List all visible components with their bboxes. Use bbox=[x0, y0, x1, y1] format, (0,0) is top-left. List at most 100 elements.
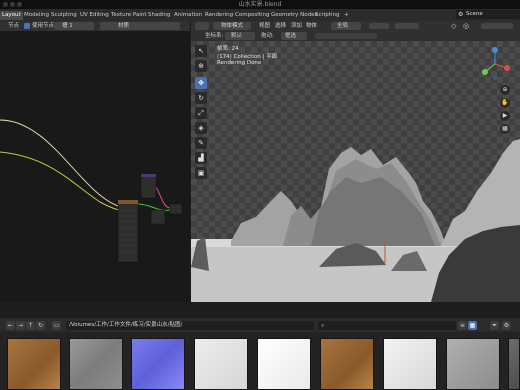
slot-dropdown[interactable]: 槽 1 bbox=[54, 22, 94, 30]
frame-rate-info: 帧率: 24 bbox=[217, 46, 239, 52]
display-list-icon[interactable]: ≡ bbox=[458, 321, 467, 330]
material-label: 材质 bbox=[118, 23, 130, 29]
tab-compositing[interactable]: Compositing bbox=[233, 11, 271, 20]
coord-label: 坐标系: bbox=[205, 33, 224, 39]
mode-label: 物体模式 bbox=[221, 23, 244, 29]
gizmo-icon[interactable]: ◇ bbox=[451, 22, 456, 30]
pivot-value: 框选 bbox=[285, 33, 297, 39]
thumbnail-wood-texture-2[interactable] bbox=[320, 338, 374, 390]
scene-icon: ⚙ bbox=[458, 11, 464, 18]
tab-shading[interactable]: Shading bbox=[146, 11, 172, 20]
node-editor-header: 节点 使用节点 槽 1 材质 bbox=[0, 21, 190, 32]
thumbnail-snow-texture[interactable] bbox=[383, 338, 437, 390]
tab-animation[interactable]: Animation bbox=[172, 11, 204, 20]
select-menu[interactable]: 选择 bbox=[275, 21, 286, 31]
move-tool-icon[interactable]: ✥ bbox=[195, 77, 207, 89]
window-title: 山水实景.blend bbox=[238, 1, 282, 8]
cursor-tool-icon[interactable]: ⊕ bbox=[195, 60, 207, 72]
thumbnail-partial[interactable] bbox=[508, 338, 520, 390]
rock-right bbox=[431, 225, 520, 302]
parent-dir-icon[interactable]: ↑ bbox=[26, 321, 35, 330]
refresh-icon[interactable]: ↻ bbox=[36, 321, 45, 330]
proportional-edit[interactable] bbox=[395, 23, 419, 29]
pivot-dropdown[interactable]: 框选 bbox=[281, 32, 307, 40]
node-mix-header bbox=[141, 174, 156, 177]
node-output[interactable] bbox=[169, 203, 183, 215]
render-scene bbox=[191, 139, 520, 302]
mode-dropdown[interactable]: 物体模式 bbox=[213, 22, 251, 30]
coord-value: 默认 bbox=[231, 33, 243, 39]
thumbnail-white-texture[interactable] bbox=[194, 338, 248, 390]
filter-icon[interactable]: ⏷ bbox=[490, 321, 499, 330]
render-status: Rendering Done bbox=[217, 60, 262, 66]
title-bar: 山水实景.blend bbox=[0, 0, 520, 9]
node-mapping[interactable] bbox=[150, 209, 166, 225]
measure-tool-icon[interactable]: ▟ bbox=[195, 152, 207, 164]
tab-rendering[interactable]: Rendering bbox=[203, 11, 235, 20]
pan-icon[interactable]: ✋ bbox=[500, 98, 510, 108]
material-selector[interactable]: 材质 bbox=[100, 22, 180, 30]
transform-tool-icon[interactable]: ◈ bbox=[195, 122, 207, 134]
navigation-gizmo[interactable] bbox=[475, 44, 515, 84]
search-input[interactable]: ⌕ bbox=[318, 321, 456, 330]
zoom-icon[interactable]: ⊕ bbox=[500, 85, 510, 95]
overlay-icon[interactable]: ◎ bbox=[463, 22, 469, 30]
link-pale bbox=[0, 119, 119, 207]
thumbnail-normal-map[interactable] bbox=[131, 338, 185, 390]
coord-dropdown[interactable]: 默认 bbox=[225, 32, 255, 40]
node-editor-canvas[interactable] bbox=[0, 32, 190, 302]
select-tool-icon[interactable]: ↖ bbox=[195, 45, 207, 57]
object-menu[interactable]: 物体 bbox=[306, 21, 317, 31]
rotate-tool-icon[interactable]: ↻ bbox=[195, 92, 207, 104]
area-divider bbox=[0, 302, 520, 318]
annotate-tool-icon[interactable]: ✎ bbox=[195, 137, 207, 149]
back-arrow-icon[interactable]: ← bbox=[6, 321, 15, 330]
add-menu[interactable]: 添加 bbox=[291, 21, 302, 31]
file-browser-header: ← → ↑ ↻ ▭ /Volumes/工作/工作文件/练习/实景山水/贴图/ ⌕… bbox=[0, 318, 520, 332]
tab-layout[interactable]: Layout bbox=[0, 11, 23, 20]
node-mix[interactable] bbox=[140, 173, 157, 199]
node-menu[interactable]: 节点 bbox=[8, 21, 19, 31]
display-thumbnails-icon[interactable]: ▦ bbox=[468, 321, 477, 330]
node-texture[interactable] bbox=[117, 199, 139, 263]
thumbnail-stone-texture[interactable] bbox=[446, 338, 500, 390]
tab-geometry-nodes[interactable]: Geometry Nodes bbox=[269, 11, 319, 20]
thumbnail-rock-texture[interactable] bbox=[69, 338, 123, 390]
editor-type-button[interactable] bbox=[195, 22, 209, 30]
add-cube-tool-icon[interactable]: ▣ bbox=[195, 167, 207, 179]
thumbnail-wood-texture[interactable] bbox=[7, 338, 61, 390]
tab-uv-editing[interactable]: UV Editing bbox=[78, 11, 111, 20]
thumbnail-sketch-texture[interactable] bbox=[257, 338, 311, 390]
search-icon: ⌕ bbox=[321, 322, 325, 329]
tab-modeling[interactable]: Modeling bbox=[22, 11, 51, 20]
camera-view-icon[interactable]: ▶ bbox=[500, 111, 510, 121]
viewport-subheader: 坐标系: 默认 拖动: 框选 bbox=[191, 31, 520, 41]
transform-orientation[interactable]: 全局 bbox=[331, 22, 361, 30]
snap-toggle[interactable] bbox=[369, 23, 389, 29]
perspective-icon[interactable]: ▦ bbox=[500, 124, 510, 134]
scene-selector[interactable]: ⚙ Scene bbox=[456, 10, 520, 19]
scene-label: Scene bbox=[466, 11, 483, 17]
viewport-3d[interactable]: 帧率: 24 (174) Collection | 平面 Rendering D… bbox=[191, 41, 520, 302]
pivot-label: 拖动: bbox=[261, 33, 274, 39]
shading-buttons[interactable] bbox=[481, 23, 513, 29]
add-workspace-button[interactable]: + bbox=[342, 11, 351, 20]
view-menu[interactable]: 视图 bbox=[259, 21, 270, 31]
node-graph bbox=[0, 119, 183, 263]
settings-icon[interactable]: ⚙ bbox=[502, 321, 511, 330]
new-folder-icon[interactable]: ▭ bbox=[52, 321, 61, 330]
tab-sculpting[interactable]: Sculpting bbox=[49, 11, 79, 20]
selection-mode-buttons[interactable] bbox=[315, 33, 377, 39]
forward-arrow-icon[interactable]: → bbox=[16, 321, 25, 330]
scale-tool-icon[interactable]: ⤢ bbox=[195, 107, 207, 119]
transform-label: 全局 bbox=[337, 23, 349, 29]
slot-label: 槽 1 bbox=[62, 23, 73, 29]
use-nodes-label: 使用节点 bbox=[32, 23, 55, 29]
path-field[interactable]: /Volumes/工作/工作文件/练习/实景山水/贴图/ bbox=[66, 321, 314, 330]
node-texture-header bbox=[118, 200, 138, 204]
path-text: /Volumes/工作/工作文件/练习/实景山水/贴图/ bbox=[69, 322, 183, 328]
tab-texture-paint[interactable]: Texture Paint bbox=[109, 11, 149, 20]
tab-scripting[interactable]: Scripting bbox=[313, 11, 341, 20]
use-nodes-checkbox[interactable] bbox=[24, 23, 30, 29]
collection-info: (174) Collection | 平面 bbox=[217, 54, 278, 60]
